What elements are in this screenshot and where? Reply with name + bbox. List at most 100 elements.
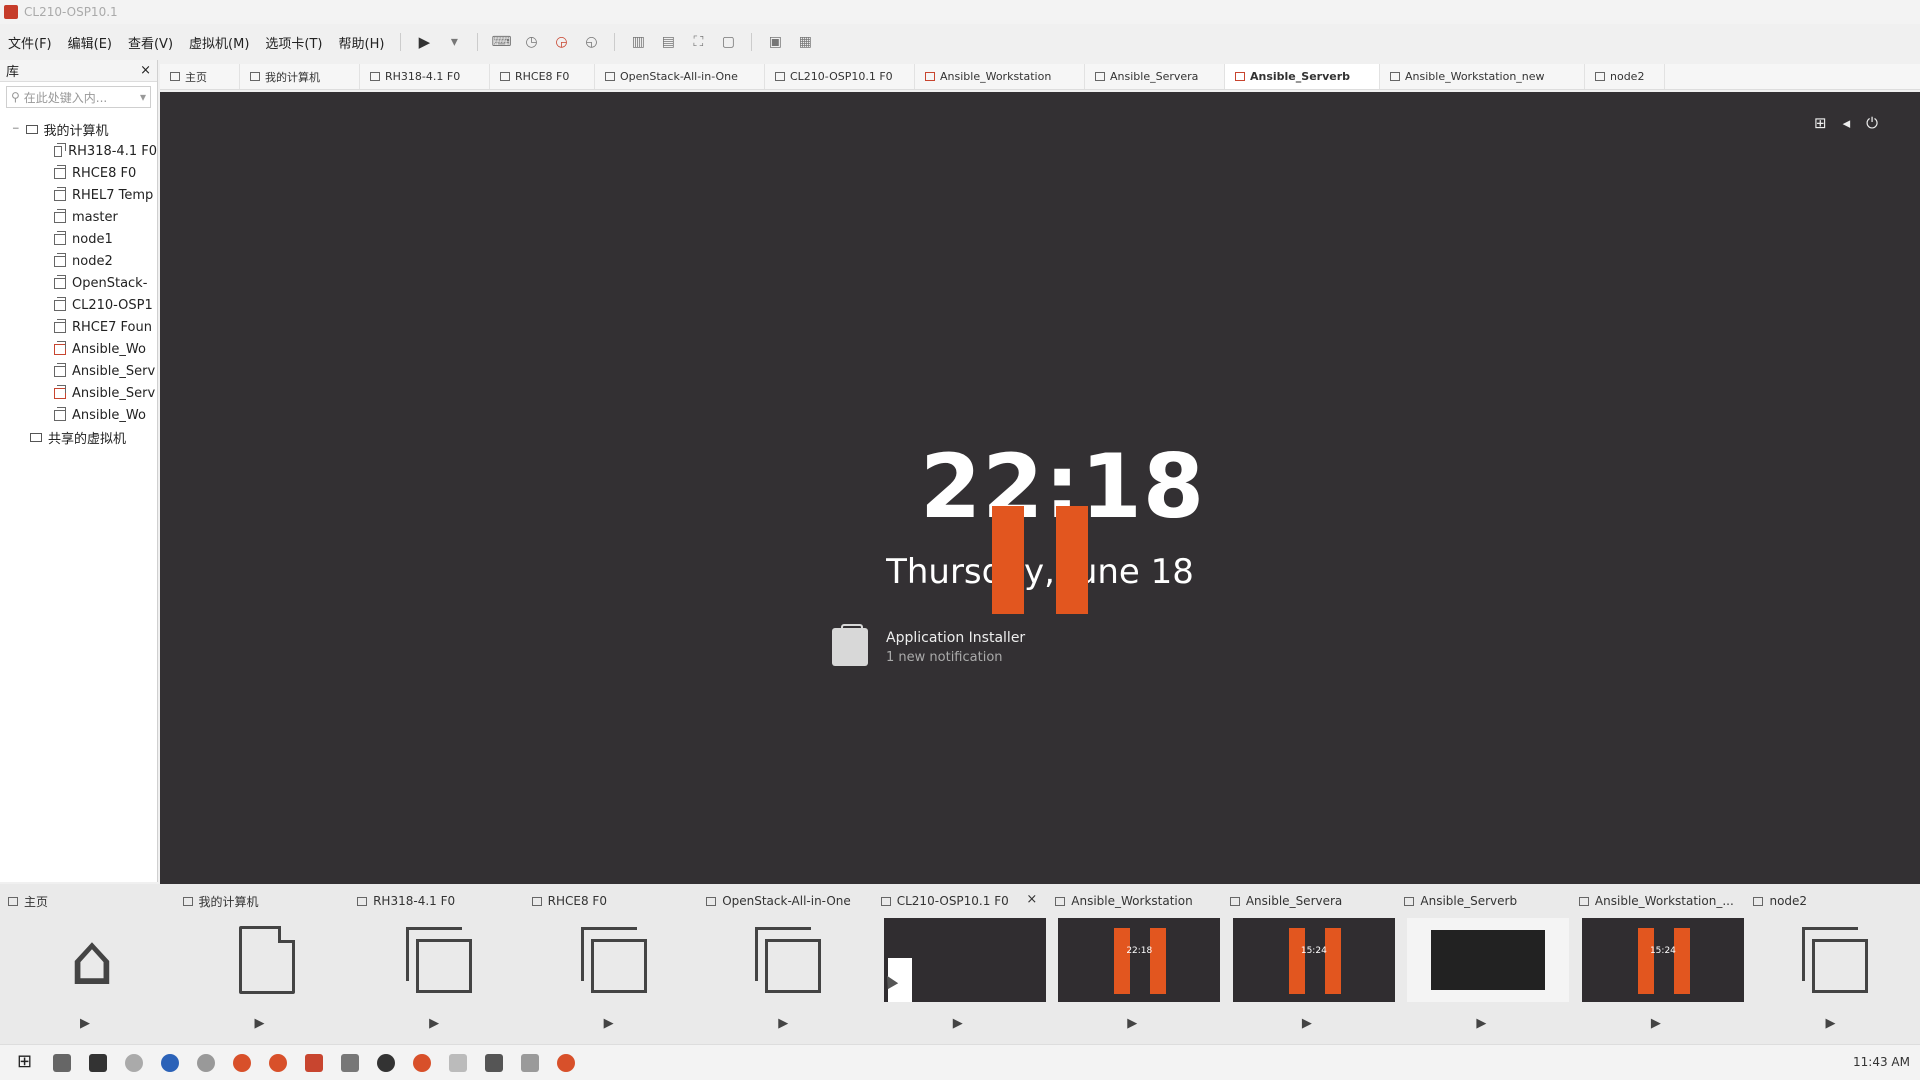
library-search-input[interactable]: ⚲ 在此处键入内... ▾	[6, 86, 151, 108]
tree-vm-item[interactable]: RHCE8 F0	[0, 162, 157, 184]
vm-tab[interactable]: Ansible_Servera	[1085, 64, 1225, 89]
search-app-icon[interactable]	[197, 1053, 215, 1072]
thumbnail-preview[interactable]	[883, 918, 1047, 1002]
thumbnail-preview[interactable]: 15:24	[1581, 918, 1745, 1002]
menu-view[interactable]: 查看(V)	[120, 33, 181, 52]
thumbnail-preview[interactable]	[708, 918, 872, 1002]
play-icon[interactable]: ▶	[255, 1016, 265, 1031]
vm-tab[interactable]: Ansible_Workstation_new	[1380, 64, 1585, 89]
power-on-icon[interactable]: ▶	[413, 31, 435, 53]
thumbnail-preview[interactable]: 22:18	[1057, 918, 1221, 1002]
vm-tab[interactable]: 我的计算机	[240, 64, 360, 89]
tree-vm-item[interactable]: Ansible_Serv	[0, 360, 157, 382]
vm-thumbnail[interactable]: Ansible_Servera 15:24 ▶	[1222, 884, 1397, 1044]
close-icon[interactable]: ×	[1026, 892, 1037, 907]
power-icon[interactable]: ⏻	[1866, 114, 1878, 132]
notification[interactable]: Application Installer 1 new notification	[832, 624, 1025, 666]
collapse-icon[interactable]: −	[12, 124, 20, 134]
thumbnail-preview[interactable]	[1406, 918, 1570, 1002]
tree-vm-item[interactable]: node1	[0, 228, 157, 250]
tree-vm-item[interactable]: Ansible_Wo	[0, 404, 157, 426]
tray-clock[interactable]: 11:43 AM	[1853, 1055, 1910, 1069]
console-view-icon[interactable]: ▣	[764, 31, 786, 53]
task-view-icon[interactable]	[53, 1053, 71, 1072]
fullscreen-icon[interactable]: ⛶	[687, 31, 709, 53]
vm-thumbnail[interactable]: 主页 ⌂ ▶	[0, 884, 175, 1044]
close-icon[interactable]: ×	[140, 63, 151, 78]
snapshot-manager-icon[interactable]: ◵	[580, 31, 602, 53]
revert-snapshot-icon[interactable]: ◶	[550, 31, 572, 53]
menu-help[interactable]: 帮助(H)	[331, 33, 393, 52]
vm-thumbnail[interactable]: Ansible_Workstation_... 15:24 ▶	[1571, 884, 1746, 1044]
play-icon[interactable]: ▶	[604, 1016, 614, 1031]
vm-thumbnail[interactable]: RHCE8 F0 ▶	[524, 884, 699, 1044]
tree-vm-item[interactable]: OpenStack-	[0, 272, 157, 294]
play-icon[interactable]: ▶	[1651, 1016, 1661, 1031]
calculator-icon[interactable]	[341, 1053, 359, 1072]
menu-vm[interactable]: 虚拟机(M)	[181, 33, 257, 52]
vm-thumbnail[interactable]: node2 ▶	[1745, 884, 1920, 1044]
tree-shared-vms[interactable]: 共享的虚拟机	[0, 426, 157, 448]
thumbnail-preview[interactable]	[1755, 918, 1919, 1002]
play-icon[interactable]: ▶	[953, 1016, 963, 1031]
chevron-down-icon[interactable]: ▾	[140, 90, 146, 104]
network-icon[interactable]: ⊞	[1814, 114, 1827, 132]
tree-vm-item[interactable]: Ansible_Serv	[0, 382, 157, 404]
play-icon[interactable]: ▶	[1127, 1016, 1137, 1031]
thumbnail-preview[interactable]: ⌂	[10, 918, 174, 1002]
app-icon-misc[interactable]	[521, 1053, 539, 1072]
play-icon[interactable]: ▶	[429, 1016, 439, 1031]
stretch-icon[interactable]: ▦	[794, 31, 816, 53]
play-icon[interactable]: ▶	[80, 1016, 90, 1031]
vm-tab[interactable]: OpenStack-All-in-One	[595, 64, 765, 89]
play-icon[interactable]: ▶	[1302, 1016, 1312, 1031]
dropdown-arrow-icon[interactable]: ▾	[443, 31, 465, 53]
tree-vm-item[interactable]: master	[0, 206, 157, 228]
vm-tab[interactable]: RHCE8 F0	[490, 64, 595, 89]
tree-vm-item[interactable]: Ansible_Wo	[0, 338, 157, 360]
thumbnail-preview[interactable]: 15:24	[1232, 918, 1396, 1002]
vm-thumbnail[interactable]: OpenStack-All-in-One ▶	[698, 884, 873, 1044]
media-icon[interactable]	[377, 1053, 395, 1072]
app-icon-orange[interactable]	[413, 1053, 431, 1072]
edge-icon[interactable]	[161, 1053, 179, 1072]
thumbnail-preview[interactable]	[185, 918, 349, 1002]
vm-thumbnail[interactable]: CL210-OSP10.1 F0 × ▶	[873, 884, 1048, 1044]
app-icon-dark[interactable]	[485, 1053, 503, 1072]
browser-icon[interactable]	[269, 1053, 287, 1072]
volume-icon[interactable]: ◂	[1843, 114, 1851, 132]
vm-thumbnail[interactable]: 我的计算机 ▶	[175, 884, 350, 1044]
menu-tabs[interactable]: 选项卡(T)	[257, 33, 330, 52]
vm-console[interactable]: ⊞ ◂ ⏻ 22:18 Thursday, June 18 Applicatio…	[160, 92, 1920, 884]
vm-tab[interactable]: node2	[1585, 64, 1665, 89]
tree-root-my-computer[interactable]: − 我的计算机	[0, 118, 157, 140]
vm-thumbnail[interactable]: Ansible_Serverb ▶	[1396, 884, 1571, 1044]
thumbnail-bar-icon[interactable]: ▤	[657, 31, 679, 53]
vm-tab[interactable]: Ansible_Workstation	[915, 64, 1085, 89]
app-icon-red[interactable]	[557, 1053, 575, 1072]
terminal-icon[interactable]	[89, 1053, 107, 1072]
pause-bar-right[interactable]	[1056, 506, 1088, 614]
sidebar-toggle-icon[interactable]: ▥	[627, 31, 649, 53]
menu-file[interactable]: 文件(F)	[0, 33, 60, 52]
snapshot-icon[interactable]: ◷	[520, 31, 542, 53]
menu-edit[interactable]: 编辑(E)	[60, 33, 120, 52]
app-icon-gray[interactable]	[449, 1053, 467, 1072]
vm-tab[interactable]: CL210-OSP10.1 F0	[765, 64, 915, 89]
tree-vm-item[interactable]: RHCE7 Foun	[0, 316, 157, 338]
vmware-icon[interactable]	[305, 1053, 323, 1072]
vm-thumbnail[interactable]: Ansible_Workstation 22:18 ▶	[1047, 884, 1222, 1044]
thumbnail-preview[interactable]	[359, 918, 523, 1002]
unity-icon[interactable]: ▢	[717, 31, 739, 53]
firefox-icon[interactable]	[233, 1053, 251, 1072]
tree-vm-item[interactable]: RH318-4.1 F0	[0, 140, 157, 162]
play-icon[interactable]: ▶	[1825, 1016, 1835, 1031]
play-icon[interactable]: ▶	[1476, 1016, 1486, 1031]
send-keys-icon[interactable]: ⌨	[490, 31, 512, 53]
play-icon[interactable]: ▶	[778, 1016, 788, 1031]
vm-thumbnail[interactable]: RH318-4.1 F0 ▶	[349, 884, 524, 1044]
windows-start-icon[interactable]	[17, 1051, 35, 1072]
vm-tab[interactable]: 主页	[160, 64, 240, 89]
tree-vm-item[interactable]: node2	[0, 250, 157, 272]
tree-vm-item[interactable]: RHEL7 Temp	[0, 184, 157, 206]
